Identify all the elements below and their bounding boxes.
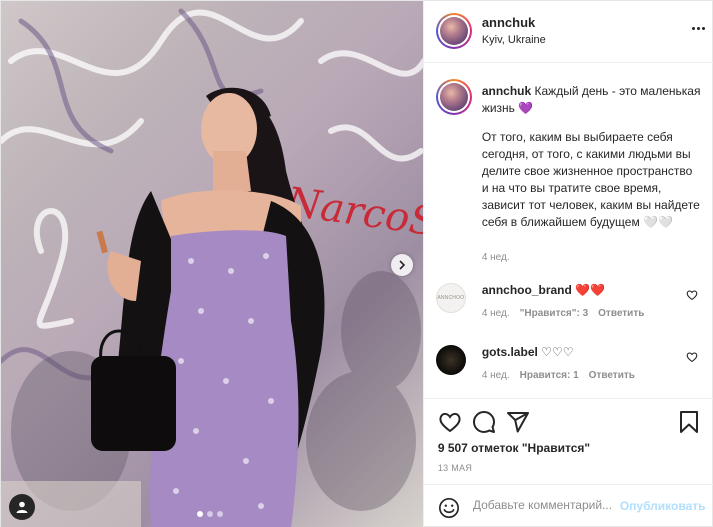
- post-header: annchuk Kyiv, Ukraine: [423, 1, 713, 63]
- comment-avatar[interactable]: [435, 345, 466, 375]
- post-actions: 9 507 отметок "Нравится" 13 МАЯ Опублико…: [423, 398, 713, 527]
- photo-scene: NarcoS: [1, 8, 423, 527]
- post-location[interactable]: Kyiv, Ukraine: [482, 34, 546, 46]
- post-details-pane: annchuk Kyiv, Ukraine annchuk Каждый ден…: [422, 1, 713, 527]
- brand-logo-text: ANNCHOO: [437, 295, 465, 301]
- chevron-right-icon: [399, 260, 406, 270]
- comment-reply-button[interactable]: Ответить: [589, 370, 635, 381]
- author-avatar[interactable]: [435, 13, 472, 49]
- emoji-icon[interactable]: [438, 497, 460, 519]
- carousel-dot: [197, 511, 203, 517]
- caption-body: От того, каким вы выбираете себя сегодня…: [481, 130, 700, 229]
- comment-username[interactable]: annchoo_brand: [482, 283, 572, 297]
- comment-avatar[interactable]: ANNCHOO: [435, 283, 466, 313]
- comment-text: gots.label ♡♡♡: [482, 345, 574, 359]
- comment-meta: 4 нед. "Нравится": 3 Ответить: [482, 308, 645, 319]
- comment-likes[interactable]: Нравится: 1: [520, 370, 579, 381]
- post-date[interactable]: 13 МАЯ: [438, 463, 472, 473]
- like-heart-icon[interactable]: [438, 410, 462, 434]
- caption-title: annchuk Каждый день - это маленькая жизн…: [482, 83, 702, 117]
- comment-time[interactable]: 4 нед.: [482, 308, 510, 319]
- comment-meta: 4 нед. Нравится: 1 Ответить: [482, 370, 635, 381]
- caption-avatar[interactable]: [435, 79, 472, 115]
- post-photo[interactable]: NarcoS: [1, 1, 423, 527]
- caption-username[interactable]: annchuk: [482, 84, 531, 98]
- comment-body: ❤️❤️: [575, 283, 606, 297]
- comment-item: gots.label ♡♡♡ 4 нед. Нравится: 1 Ответи…: [424, 345, 713, 397]
- carousel-indicator: [197, 511, 223, 517]
- likes-count[interactable]: 9 507 отметок "Нравится": [438, 441, 590, 455]
- post-modal: NarcoS annchuk Kyiv, Ukraine annchuk Каж…: [0, 0, 713, 527]
- carousel-dot: [217, 511, 223, 517]
- more-options-icon[interactable]: [691, 27, 705, 30]
- heart-icon[interactable]: [686, 351, 698, 363]
- comment-icon[interactable]: [472, 410, 496, 434]
- publish-button[interactable]: Опубликовать: [620, 499, 706, 513]
- comment-username[interactable]: gots.label: [482, 345, 538, 359]
- author-username[interactable]: annchuk: [482, 15, 535, 30]
- add-comment-bar: Опубликовать: [423, 484, 713, 527]
- carousel-next-button[interactable]: [391, 254, 413, 276]
- comment-text: annchoo_brand ❤️❤️: [482, 283, 605, 297]
- caption-time[interactable]: 4 нед.: [482, 252, 510, 263]
- user-tag-button[interactable]: [9, 494, 35, 520]
- carousel-dot: [207, 511, 213, 517]
- comment-body: ♡♡♡: [541, 345, 574, 359]
- heart-icon[interactable]: [686, 289, 698, 301]
- comment-time[interactable]: 4 нед.: [482, 370, 510, 381]
- comment-input[interactable]: [472, 498, 618, 512]
- comment-item: ANNCHOO annchoo_brand ❤️❤️ 4 нед. "Нрави…: [424, 283, 713, 335]
- comment-likes[interactable]: "Нравится": 3: [520, 308, 589, 319]
- comment-reply-button[interactable]: Ответить: [598, 308, 644, 319]
- user-tag-icon: [16, 501, 28, 513]
- paper-plane-icon[interactable]: [506, 410, 530, 434]
- bookmark-icon[interactable]: [678, 410, 700, 434]
